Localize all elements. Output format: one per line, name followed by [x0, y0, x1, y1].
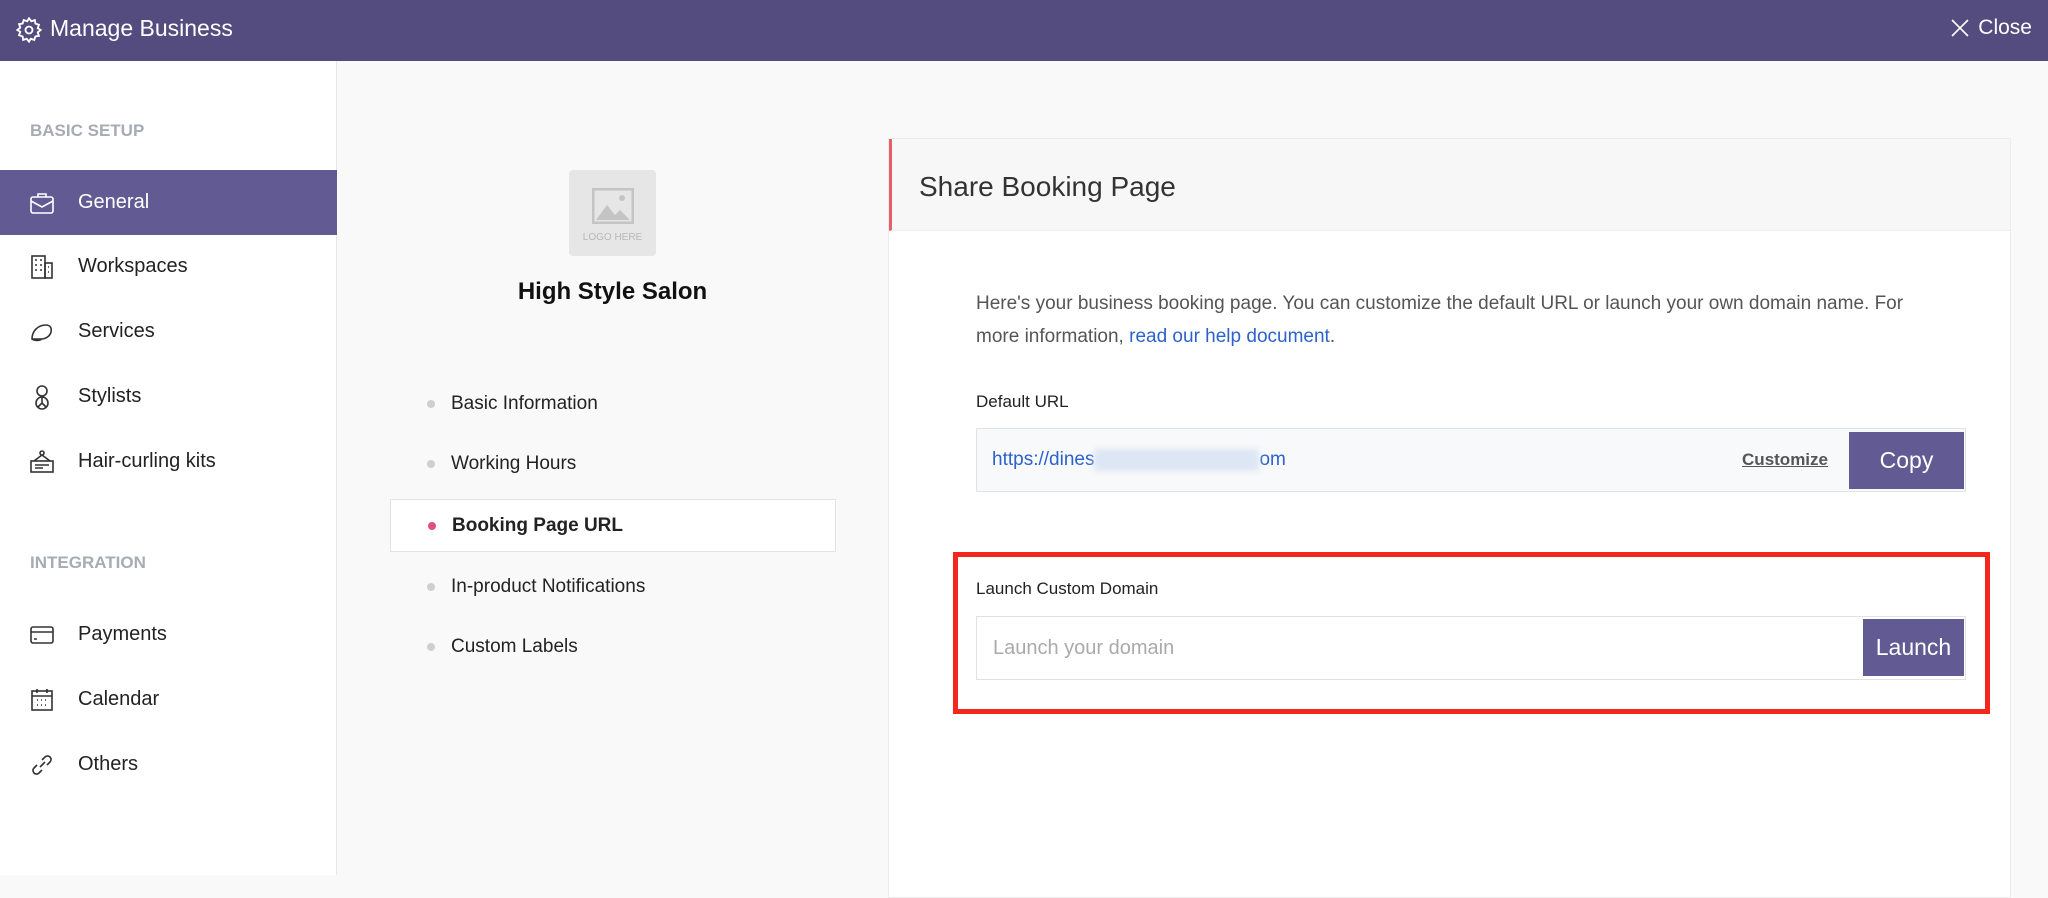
subnav-label: Booking Page URL	[452, 514, 624, 536]
highlight-box	[953, 552, 1990, 714]
cap-icon	[28, 318, 56, 346]
gear-icon	[15, 16, 43, 44]
sidebar-item-stylists[interactable]: Stylists	[0, 364, 337, 429]
bullet-icon	[427, 582, 435, 591]
sidebar-item-label: Payments	[78, 623, 167, 645]
subnav-in-product-notifications[interactable]: In-product Notifications	[390, 560, 836, 613]
calendar-icon	[28, 686, 56, 714]
business-name: High Style Salon	[517, 278, 708, 305]
subnav-label: Basic Information	[451, 392, 598, 414]
sidebar-item-calendar[interactable]: Calendar	[0, 667, 337, 732]
close-label: Close	[1978, 16, 2032, 39]
bullet-icon	[428, 521, 436, 530]
briefcase-icon	[28, 189, 56, 217]
sidebar-item-others[interactable]: Others	[0, 732, 337, 797]
business-logo-placeholder[interactable]: LOGO HERE	[569, 170, 656, 256]
subnav-label: In-product Notifications	[451, 575, 646, 597]
top-bar: Manage Business Close	[0, 0, 2048, 61]
building-icon	[28, 253, 56, 281]
sidebar-item-label: Stylists	[78, 385, 142, 407]
description-text: Here's your business booking page. You c…	[976, 293, 1904, 347]
sidebar-item-label: Workspaces	[78, 255, 188, 277]
sidebar-item-services[interactable]: Services	[0, 299, 337, 364]
image-icon	[592, 188, 634, 224]
bullet-icon	[427, 459, 435, 468]
sidebar-item-hair-curling-kits[interactable]: Hair-curling kits	[0, 429, 337, 494]
help-document-link[interactable]: read our help document	[1129, 326, 1330, 347]
sidebar-item-label: Others	[78, 753, 139, 775]
subnav-booking-page-url[interactable]: Booking Page URL	[390, 499, 836, 552]
close-button[interactable]: Close	[1950, 16, 2032, 40]
subnav-label: Working Hours	[451, 452, 577, 474]
bullet-icon	[427, 642, 435, 651]
sidebar-item-label: Services	[78, 320, 155, 342]
subnav-label: Custom Labels	[451, 635, 578, 657]
section-basic-setup: BASIC SETUP	[30, 121, 145, 140]
subnav-working-hours[interactable]: Working Hours	[390, 437, 836, 490]
signboard-icon	[28, 448, 56, 476]
subnav-custom-labels[interactable]: Custom Labels	[390, 620, 836, 673]
default-url-label: Default URL	[976, 392, 1069, 411]
default-url-field: https://dines om Customize Copy	[976, 428, 1966, 492]
logo-placeholder-text: LOGO HERE	[582, 232, 643, 243]
page-title: Manage Business	[50, 15, 233, 41]
url-end: om	[1259, 449, 1286, 470]
url-start: https://dines	[992, 449, 1095, 470]
close-icon	[1951, 19, 1969, 37]
sidebar: BASIC SETUP General Workspaces Services …	[0, 61, 337, 875]
sidebar-item-label: Calendar	[78, 688, 160, 710]
sidebar-item-payments[interactable]: Payments	[0, 602, 337, 667]
section-integration: INTEGRATION	[30, 553, 146, 572]
default-url-value: https://dines om	[992, 449, 1286, 471]
redacted-url-part	[1094, 449, 1260, 471]
credit-card-icon	[28, 621, 56, 649]
person-icon	[28, 383, 56, 411]
card-title: Share Booking Page	[889, 139, 2010, 231]
sidebar-item-workspaces[interactable]: Workspaces	[0, 234, 337, 299]
copy-button[interactable]: Copy	[1849, 432, 1964, 489]
sidebar-item-label: Hair-curling kits	[78, 450, 216, 472]
bullet-icon	[427, 399, 435, 408]
description-end: .	[1329, 326, 1336, 347]
sidebar-item-general[interactable]: General	[0, 170, 337, 235]
subnav-basic-information[interactable]: Basic Information	[390, 377, 836, 430]
link-icon	[28, 751, 56, 779]
customize-link[interactable]: Customize	[1742, 450, 1828, 470]
card-description: Here's your business booking page. You c…	[976, 287, 1936, 353]
sidebar-item-label: General	[78, 191, 150, 213]
share-booking-page-card: Share Booking Page Here's your business …	[888, 138, 2011, 898]
